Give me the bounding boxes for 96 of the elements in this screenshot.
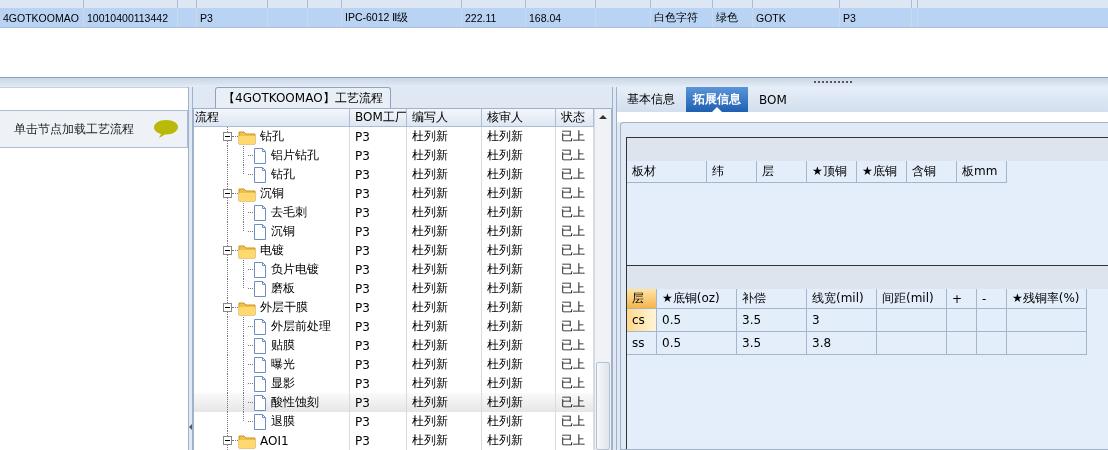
step-name: 磨板: [271, 280, 295, 297]
tab[interactable]: 基本信息: [620, 87, 682, 112]
table-cell: 杜列新: [482, 431, 556, 450]
hint-text: 单击节点加载工艺流程: [14, 120, 134, 138]
step-name: 负片电镀: [271, 261, 319, 278]
table-cell: 0.5: [657, 309, 737, 332]
collapse-arrow-icon[interactable]: [189, 424, 192, 430]
table-cell: 10010400113442: [84, 8, 178, 27]
step-name: 沉铜: [260, 185, 284, 202]
column-header: 编写人: [407, 109, 482, 126]
step-name: 外层前处理: [271, 318, 331, 335]
table-cell: 杜列新: [407, 431, 482, 450]
column-header: ★残铜率(%): [1007, 289, 1087, 309]
column-header: -: [977, 289, 1007, 309]
column-header: BOM工厂: [350, 109, 407, 126]
step-name: 钻孔: [271, 166, 295, 183]
table-cell: 222.11: [462, 8, 526, 27]
step-name: 沉铜: [271, 223, 295, 240]
table-cell: [877, 309, 947, 332]
document-icon: [253, 204, 267, 221]
table-cell: 3.5: [737, 332, 807, 355]
document-icon: [253, 413, 267, 430]
step-name: 外层干膜: [260, 299, 308, 316]
splitter-grip-icon[interactable]: [814, 80, 854, 85]
collapse-icon[interactable]: [222, 189, 232, 198]
step-name: 显影: [271, 375, 295, 392]
document-icon: [253, 261, 267, 278]
column-header: 间距(mil): [877, 289, 947, 309]
step-name: 退膜: [271, 413, 295, 430]
column-header: ★底铜(oz): [657, 289, 737, 309]
scrollbar-thumb[interactable]: [596, 362, 610, 450]
column-header: +: [947, 289, 977, 309]
column-header: 板mm: [957, 161, 1007, 183]
step-name: 去毛刺: [271, 204, 307, 221]
table-cell: P3: [350, 431, 407, 450]
folder-icon: [238, 432, 256, 449]
folder-icon: [238, 299, 256, 316]
collapse-icon[interactable]: [222, 132, 232, 141]
table-cell: P3: [197, 8, 268, 27]
step-name: AOI1: [260, 433, 289, 448]
table-cell: 3: [807, 309, 877, 332]
column-header: 层: [757, 161, 807, 183]
column-header: 含铜: [907, 161, 957, 183]
tree-row[interactable]: 酸性蚀刻 P3 杜列新 杜列新 已上: [194, 393, 594, 412]
step-name: 曝光: [271, 356, 295, 373]
table-cell: IPC-6012 Ⅱ级: [342, 8, 462, 27]
table-cell: 3.8: [807, 332, 877, 355]
collapse-icon[interactable]: [222, 303, 232, 312]
panel-title: 【4GOTKOOMAO】工艺流程: [215, 87, 391, 108]
table-cell: 168.04: [526, 8, 596, 27]
table-cell: [947, 309, 977, 332]
table-cell: 绿色: [713, 8, 753, 27]
collapse-icon[interactable]: [222, 436, 232, 445]
table-cell: GOTK: [753, 8, 840, 27]
table-cell: [977, 309, 1007, 332]
column-header: 流程: [194, 109, 350, 126]
table-cell: 白色字符: [651, 8, 713, 27]
folder-icon: [238, 185, 256, 202]
column-header: 板材: [627, 161, 707, 183]
speech-bubble-icon: [153, 119, 179, 139]
column-header: 核审人: [482, 109, 556, 126]
table-cell: [947, 332, 977, 355]
column-header: ★底铜: [857, 161, 907, 183]
document-icon: [253, 147, 267, 164]
step-name: 铝片钻孔: [271, 147, 319, 164]
table-cell: 0.5: [657, 332, 737, 355]
table-cell: P3: [840, 8, 912, 27]
tab[interactable]: 拓展信息: [686, 87, 748, 112]
document-icon: [253, 394, 267, 411]
step-name: 电镀: [260, 242, 284, 259]
document-icon: [253, 375, 267, 392]
document-icon: [253, 223, 267, 240]
column-header: 纬: [707, 161, 757, 183]
step-name: 酸性蚀刻: [271, 394, 319, 411]
table-cell: [877, 332, 947, 355]
document-icon: [253, 166, 267, 183]
tab[interactable]: BOM: [752, 87, 794, 112]
row-header[interactable]: cs: [627, 309, 657, 332]
folder-icon: [238, 242, 256, 259]
row-header[interactable]: ss: [627, 332, 657, 355]
column-header: 补偿: [737, 289, 807, 309]
collapse-icon[interactable]: [222, 246, 232, 255]
folder-icon: [238, 128, 256, 145]
column-header: 层: [627, 289, 657, 309]
column-header: 线宽(mil): [807, 289, 877, 309]
table-cell: 4GOTKOOMAO: [0, 8, 84, 27]
document-icon: [253, 280, 267, 297]
table-cell: [977, 332, 1007, 355]
column-header: ★顶铜: [807, 161, 857, 183]
step-name: 钻孔: [260, 128, 284, 145]
order-row[interactable]: 4GOTKOOMAO 10010400113442 P3 IPC-6012 Ⅱ级 222.11 168.04 白色字符 绿色 GOTK P3: [0, 8, 1108, 28]
document-icon: [253, 356, 267, 373]
step-name: 贴膜: [271, 337, 295, 354]
table-cell: 3.5: [737, 309, 807, 332]
document-icon: [253, 337, 267, 354]
document-icon: [253, 318, 267, 335]
